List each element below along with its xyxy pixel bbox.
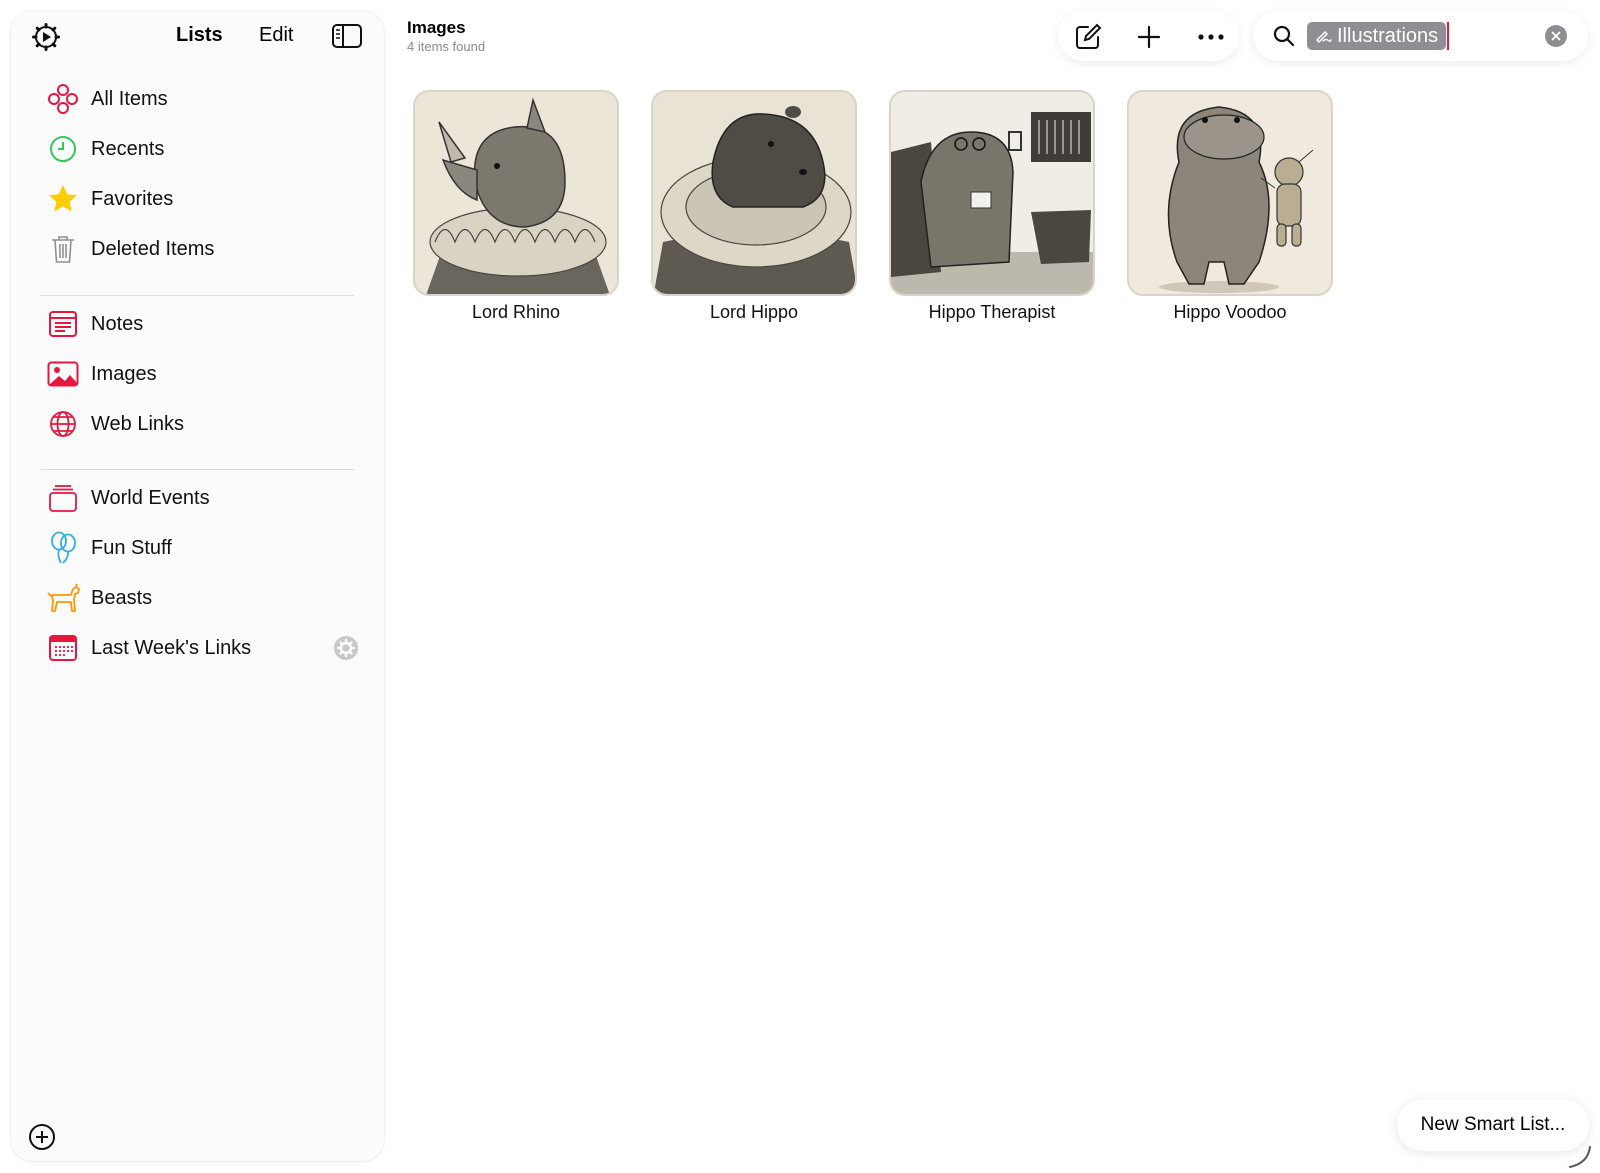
dog-icon — [45, 580, 81, 616]
thumbnail-hippo — [651, 90, 857, 296]
sidebar-item-label: Favorites — [91, 187, 174, 210]
star-icon — [45, 181, 81, 217]
all-items-icon — [45, 81, 81, 117]
text-cursor — [1447, 22, 1449, 50]
more-icon[interactable] — [1196, 22, 1226, 52]
pen-scribble-icon — [1315, 30, 1332, 44]
sidebar-item-web-links[interactable]: Web Links — [45, 402, 367, 446]
sidebar-item-label: Images — [91, 362, 157, 385]
clock-icon — [45, 131, 81, 167]
add-list-icon[interactable] — [27, 1122, 57, 1152]
sidebar-item-last-weeks-links[interactable]: Last Week's Links — [45, 626, 367, 670]
sidebar-item-label: Fun Stuff — [91, 536, 172, 559]
sidebar-item-notes[interactable]: Notes — [45, 302, 367, 346]
search-icon — [1272, 24, 1296, 48]
sidebar-item-fun-stuff[interactable]: Fun Stuff — [45, 526, 367, 570]
sidebar-item-label: Last Week's Links — [91, 636, 252, 659]
sidebar-toggle-icon[interactable] — [331, 22, 363, 50]
sidebar-item-world-events[interactable]: World Events — [45, 476, 367, 520]
sidebar-item-label: All Items — [91, 87, 168, 110]
thumbnail-voodoo — [1127, 90, 1333, 296]
clear-search-icon[interactable] — [1545, 25, 1567, 47]
search-field[interactable]: Illustrations — [1253, 11, 1588, 61]
thumbnail-rhino — [413, 90, 619, 296]
sidebar-item-label: Recents — [91, 137, 165, 160]
sidebar-item-all-items[interactable]: All Items — [45, 77, 367, 121]
image-card-hippo-voodoo[interactable]: Hippo Voodoo — [1127, 90, 1333, 323]
settings-gear-icon[interactable] — [30, 21, 62, 53]
compose-icon[interactable] — [1073, 22, 1103, 52]
notes-icon — [45, 306, 81, 342]
sidebar-item-beasts[interactable]: Beasts — [45, 576, 367, 620]
sidebar-item-images[interactable]: Images — [45, 352, 367, 396]
result-count: 4 items found — [407, 39, 486, 54]
edit-button[interactable]: Edit — [259, 24, 293, 47]
new-smart-list-button[interactable]: New Smart List... — [1397, 1099, 1589, 1151]
search-token-label: Illustrations — [1337, 24, 1439, 47]
sidebar-item-deleted-items[interactable]: Deleted Items — [45, 227, 367, 271]
sidebar: Lists Edit All Items Recents Favorites D… — [11, 11, 384, 1161]
toolbar — [1058, 11, 1239, 61]
search-token[interactable]: Illustrations — [1307, 22, 1446, 50]
calendar-icon — [45, 630, 81, 666]
sidebar-item-favorites[interactable]: Favorites — [45, 177, 367, 221]
balloons-icon — [45, 530, 81, 566]
divider — [41, 469, 354, 470]
sidebar-item-label: Beasts — [91, 586, 153, 609]
page-title: Images — [407, 18, 466, 37]
card-title: Lord Rhino — [471, 302, 561, 322]
gear-icon[interactable] — [333, 635, 359, 661]
image-card-lord-rhino[interactable]: Lord Rhino — [413, 90, 619, 323]
sidebar-item-label: Web Links — [91, 412, 185, 435]
tab-lists[interactable]: Lists — [176, 24, 223, 47]
trash-icon — [45, 231, 81, 267]
card-title: Lord Hippo — [709, 302, 799, 322]
thumbnail-therapist — [889, 90, 1095, 296]
image-card-lord-hippo[interactable]: Lord Hippo — [651, 90, 857, 323]
card-title: Hippo Voodoo — [1173, 302, 1287, 322]
resize-handle-icon[interactable] — [1566, 1143, 1594, 1171]
divider — [41, 295, 354, 296]
sidebar-header: Lists Edit — [11, 11, 384, 61]
sidebar-item-label: World Events — [91, 486, 210, 509]
image-card-hippo-therapist[interactable]: Hippo Therapist — [889, 90, 1095, 323]
sidebar-item-recents[interactable]: Recents — [45, 127, 367, 171]
globe-icon — [45, 406, 81, 442]
sidebar-item-label: Deleted Items — [91, 237, 215, 260]
card-title: Hippo Therapist — [928, 302, 1056, 322]
sidebar-item-label: Notes — [91, 312, 144, 335]
stack-icon — [45, 480, 81, 516]
add-icon[interactable] — [1134, 22, 1164, 52]
photo-icon — [45, 356, 81, 392]
